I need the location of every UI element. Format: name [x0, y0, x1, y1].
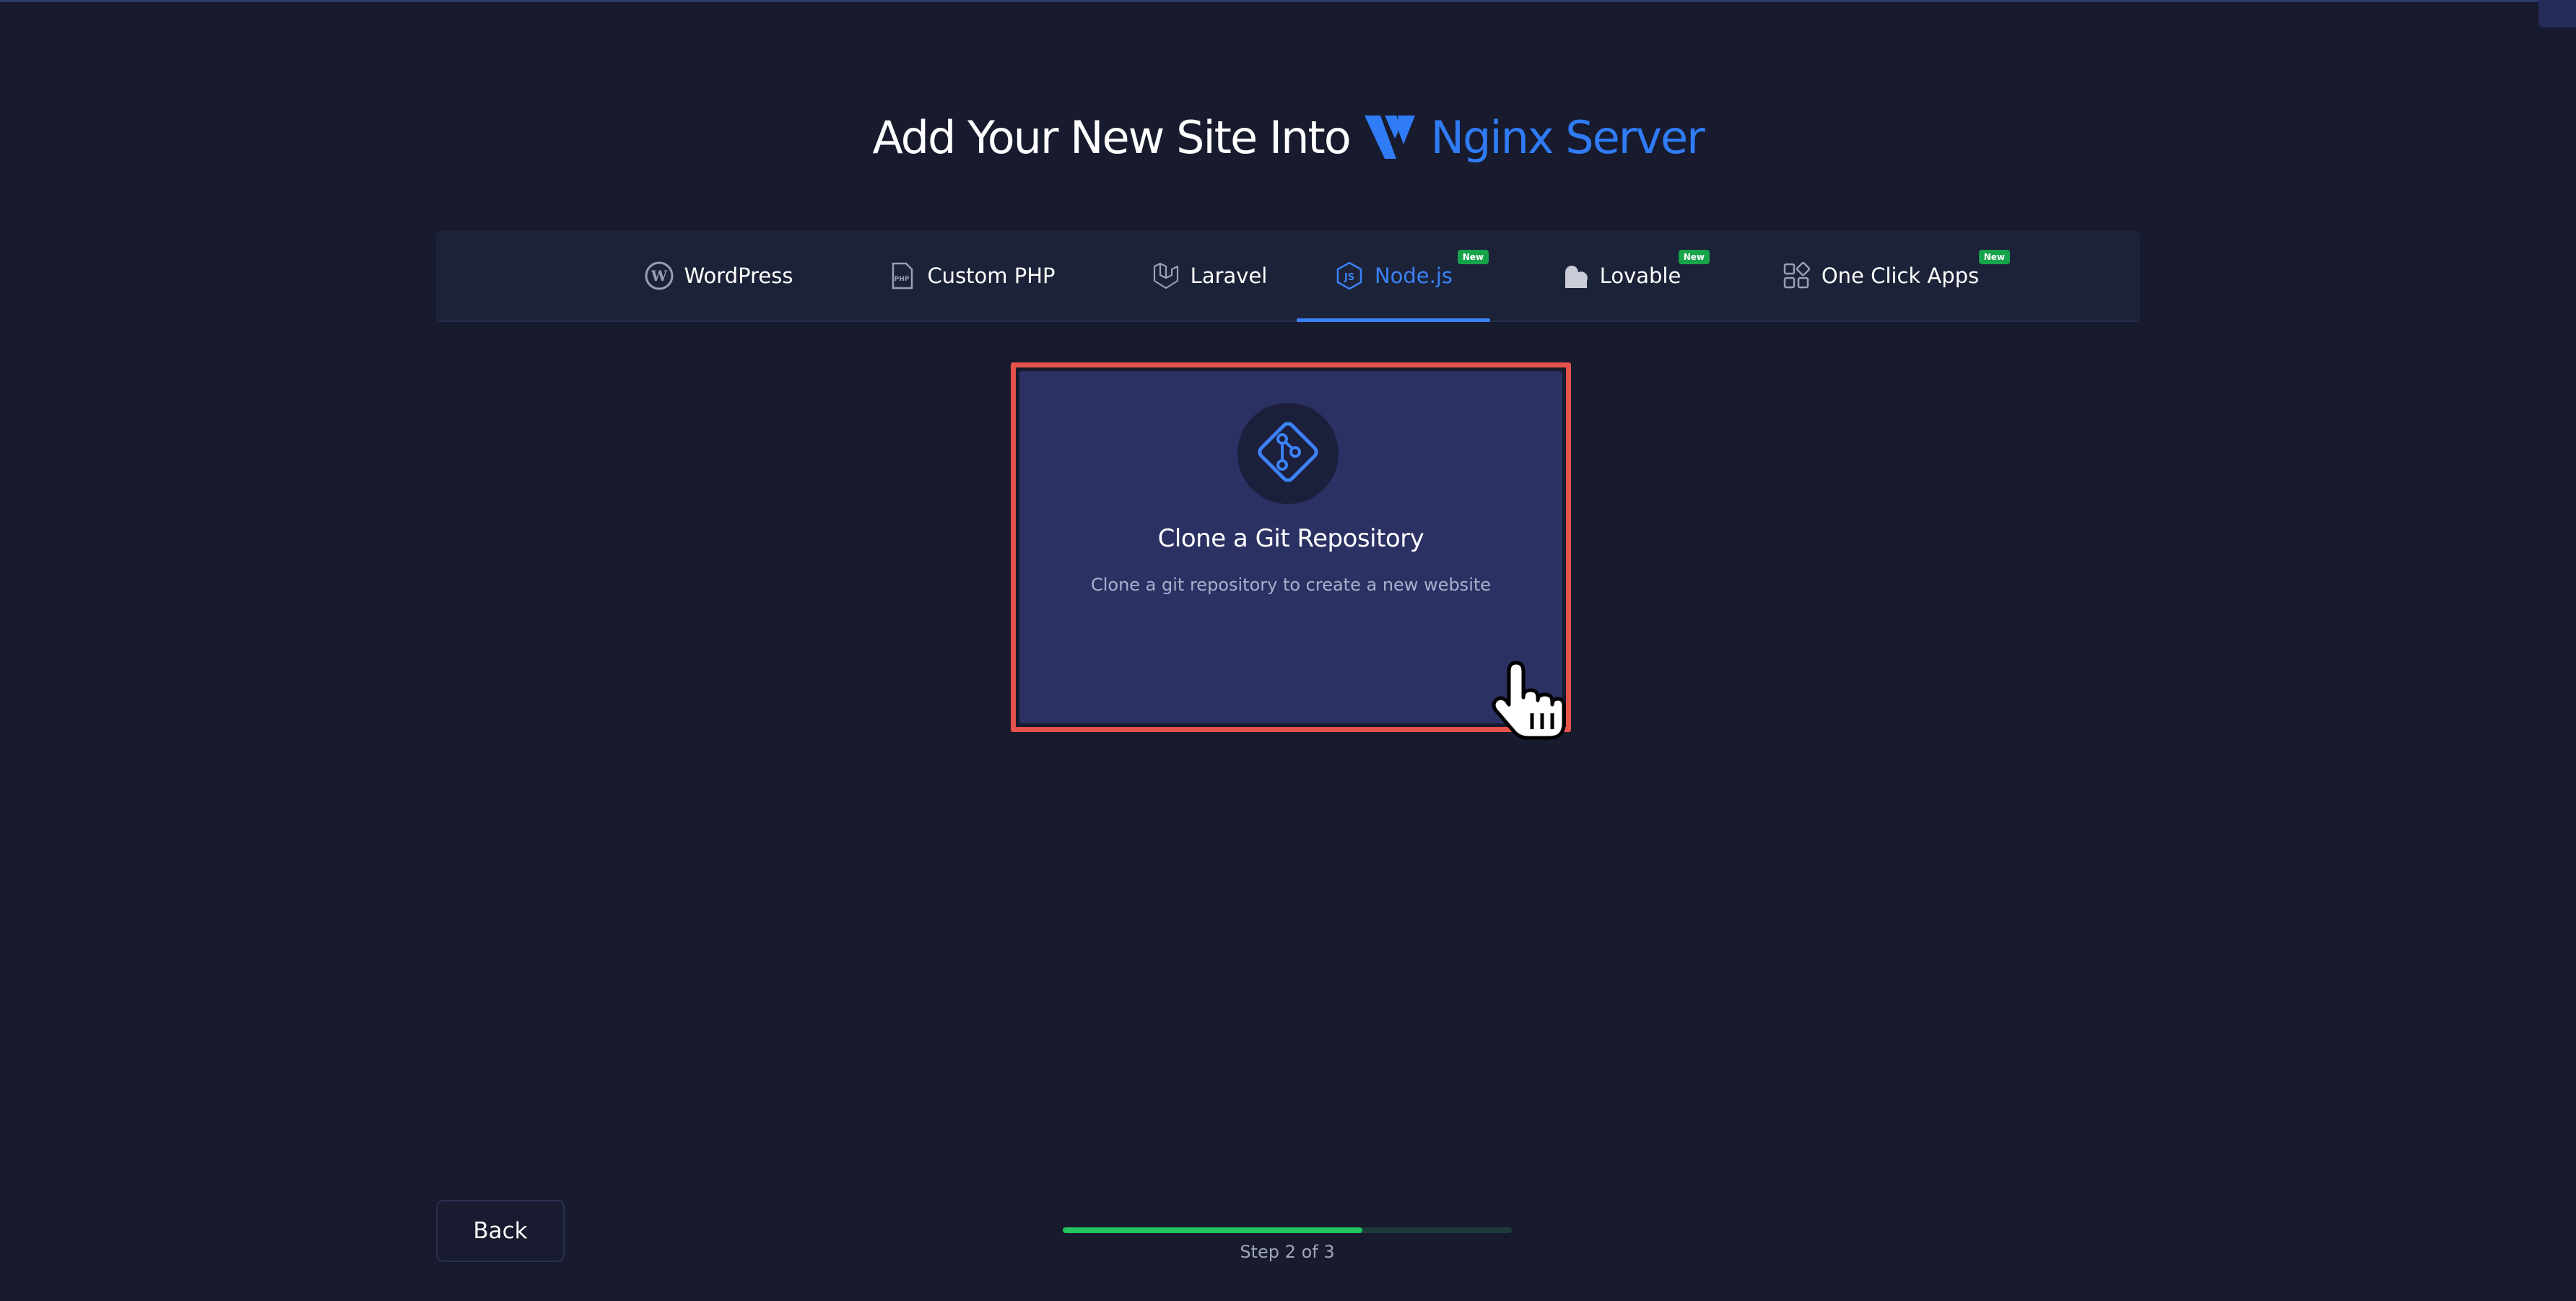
svg-text:W: W	[650, 267, 667, 284]
site-type-tabs: W WordPress PHP Custom PHP Laravel JS No…	[436, 231, 2140, 322]
top-border	[0, 0, 2576, 2]
tab-lovable[interactable]: Lovable New	[1531, 231, 1710, 321]
nodejs-icon: JS	[1334, 261, 1365, 291]
tab-laravel[interactable]: Laravel	[1119, 231, 1298, 321]
new-badge: New	[1457, 250, 1489, 264]
step-indicator: Step 2 of 3	[1240, 1242, 1335, 1262]
hand-cursor-icon	[1487, 657, 1567, 744]
wordpress-icon: W	[644, 261, 674, 291]
laravel-icon	[1150, 261, 1180, 291]
page-title-server: Nginx Server	[1430, 110, 1705, 164]
tab-label: Laravel	[1190, 264, 1268, 288]
page-title: Add Your New Site Into Nginx Server	[0, 101, 2576, 173]
progress-bar	[1063, 1227, 1512, 1233]
corner-widget[interactable]	[2538, 0, 2576, 27]
tab-wordpress[interactable]: W WordPress	[621, 231, 816, 321]
page: Add Your New Site Into Nginx Server W Wo…	[0, 0, 2576, 1301]
apps-grid-icon	[1781, 261, 1811, 291]
page-title-prefix: Add Your New Site Into	[872, 110, 1351, 164]
card-title: Clone a Git Repository	[1157, 524, 1424, 553]
tab-one-click-apps[interactable]: One Click Apps New	[1760, 231, 2010, 321]
git-icon	[1250, 414, 1326, 492]
tab-label: WordPress	[684, 264, 793, 288]
tab-nodejs[interactable]: JS Node.js New	[1297, 231, 1490, 322]
tab-label: Node.js	[1374, 264, 1453, 288]
tab-label: Custom PHP	[927, 264, 1056, 288]
php-file-icon: PHP	[887, 261, 917, 291]
new-badge: New	[1978, 250, 2010, 264]
progress-bar-fill	[1063, 1227, 1362, 1233]
tab-label: Lovable	[1599, 264, 1681, 288]
lovable-icon	[1559, 261, 1590, 291]
new-badge: New	[1678, 250, 1710, 264]
tab-label: One Click Apps	[1821, 264, 1980, 288]
svg-text:PHP: PHP	[895, 276, 910, 283]
svg-text:JS: JS	[1344, 272, 1354, 283]
git-icon-container	[1237, 403, 1339, 504]
card-description: Clone a git repository to create a new w…	[1090, 575, 1492, 595]
active-tab-indicator	[1297, 318, 1490, 322]
tab-custom-php[interactable]: PHP Custom PHP	[865, 231, 1077, 321]
vultr-logo-icon	[1363, 111, 1418, 163]
back-button[interactable]: Back	[436, 1200, 565, 1262]
